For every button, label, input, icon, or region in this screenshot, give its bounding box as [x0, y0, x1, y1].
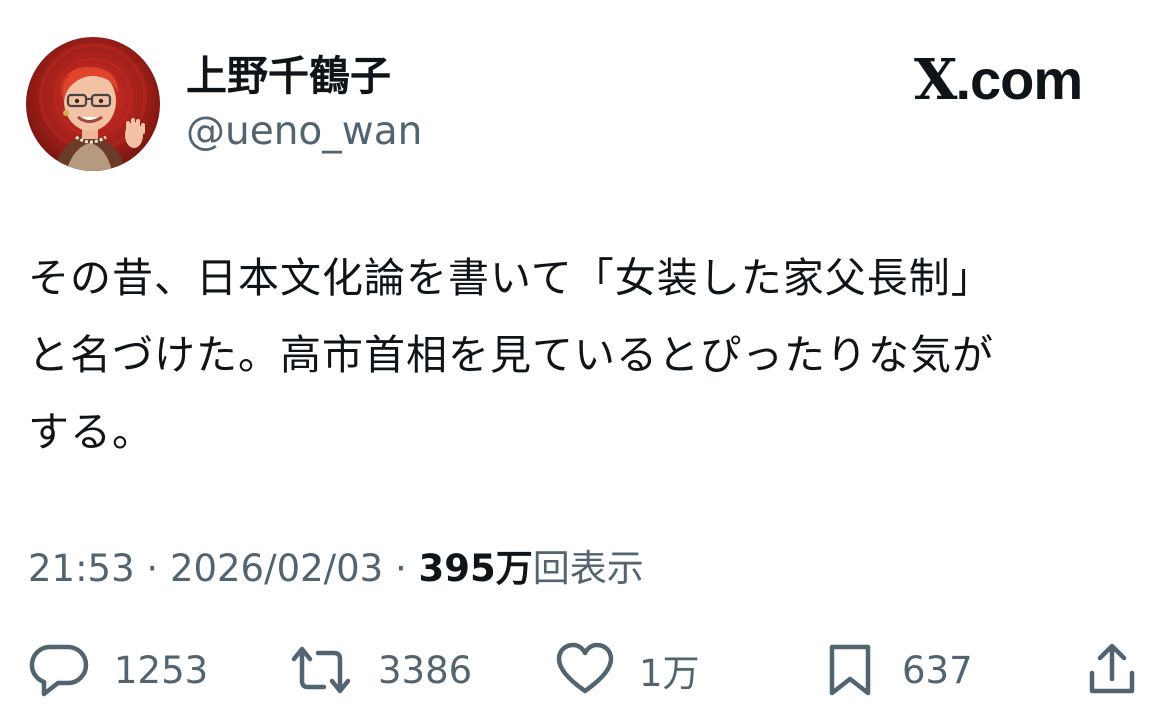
action-bar: 1253 3386 1万 637 — [0, 640, 1170, 700]
author-handle[interactable]: @ueno_wan — [186, 108, 422, 156]
meta-separator: · — [383, 547, 419, 590]
bookmark-count: 637 — [902, 648, 973, 692]
views-count: 395万 — [418, 547, 533, 590]
reply-button[interactable]: 1253 — [28, 640, 208, 700]
meta-separator: · — [134, 547, 170, 590]
share-icon — [1089, 643, 1135, 694]
x-logo-icon: X — [914, 47, 957, 113]
like-count: 1万 — [639, 652, 700, 695]
tweet-text: その昔、日本文化論を書いて「女装した家父長制」 と名づけた。高市首相を見ていると… — [28, 240, 1148, 471]
views-label: 回表示 — [532, 547, 644, 590]
repost-button[interactable]: 3386 — [288, 640, 472, 700]
tweet-text-line: と名づけた。高市首相を見ているとぴったりな気が — [28, 331, 994, 379]
share-button[interactable] — [1084, 640, 1140, 700]
repost-icon — [291, 646, 351, 694]
tweet-time[interactable]: 21:53 — [28, 547, 135, 590]
bookmark-button[interactable]: 637 — [822, 640, 973, 700]
like-button[interactable]: 1万 — [555, 640, 700, 700]
tweet-card: 上野千鶴子 @ueno_wan X .com その昔、日本文化論を書いて「女装した… — [0, 0, 1170, 722]
tweet-text-line: その昔、日本文化論を書いて「女装した家父長制」 — [28, 254, 993, 302]
tweet-text-line: する。 — [28, 408, 154, 456]
tweet-date[interactable]: 2026/02/03 — [170, 547, 383, 590]
xcom-logo: X .com — [914, 47, 1083, 113]
author-name[interactable]: 上野千鶴子 — [186, 52, 391, 100]
tweet-meta: 21:53 · 2026/02/03 · 395万回表示 — [28, 544, 644, 594]
heart-icon — [556, 642, 614, 694]
avatar-image — [26, 37, 160, 171]
reply-count: 1253 — [114, 648, 209, 692]
xcom-suffix: .com — [955, 48, 1083, 111]
bookmark-icon — [829, 644, 871, 696]
avatar[interactable] — [26, 37, 160, 171]
reply-icon — [29, 644, 89, 697]
repost-count: 3386 — [378, 648, 473, 692]
